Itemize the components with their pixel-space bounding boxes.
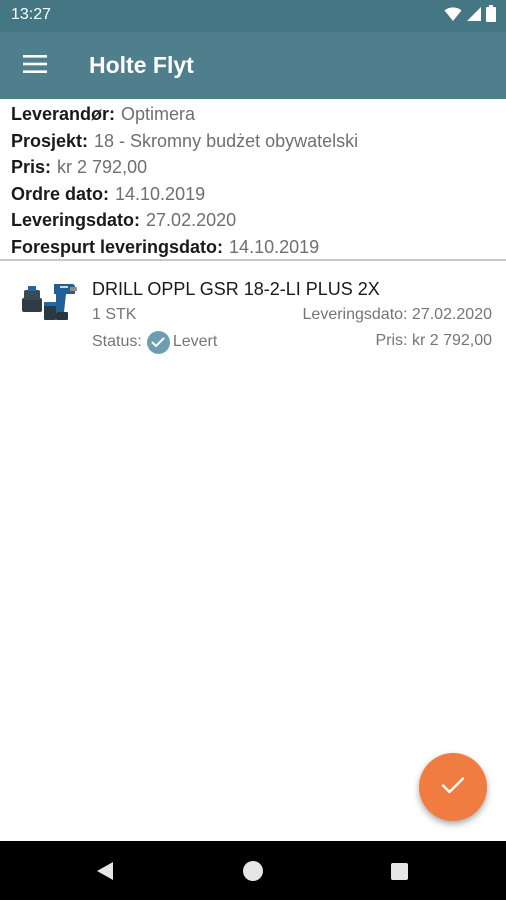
info-label: Ordre dato: xyxy=(11,183,110,204)
drill-product-image xyxy=(20,278,78,324)
line-price: Pris: kr 2 792,00 xyxy=(375,332,493,349)
battery-icon xyxy=(486,5,496,27)
info-label: Pris: xyxy=(11,157,52,177)
info-value: Optimera xyxy=(121,104,196,124)
menu-button[interactable] xyxy=(14,45,56,87)
confirm-fab-button[interactable] xyxy=(419,753,487,821)
order-info: Leverandør: Optimera Prosjekt: 18 - Skromn… xyxy=(11,101,501,260)
info-row-order-date: Ordre dato: 14.10.2019 xyxy=(11,181,501,208)
info-row-supplier: Leverandør: Optimera xyxy=(11,101,501,128)
status-time: 13:27 xyxy=(11,6,52,23)
back-icon[interactable] xyxy=(93,859,117,883)
app-title: Holte Flyt xyxy=(89,52,194,78)
signal-icon xyxy=(466,6,482,27)
info-value: 14.10.2019 xyxy=(115,183,206,204)
product-quantity: 1 STK xyxy=(92,306,137,323)
check-circle-icon xyxy=(146,330,170,354)
info-row-requested-delivery-date: Forespurt leveringsdato: 14.10.2019 xyxy=(11,234,501,261)
info-row-project: Prosjekt: 18 - Skromny budżet obywatelski xyxy=(11,128,501,155)
info-value: 27.02.2020 xyxy=(146,210,237,230)
info-row-price: Pris: kr 2 792,00 xyxy=(11,154,501,181)
app-bar: Holte Flyt xyxy=(0,32,506,99)
status-label: Status: xyxy=(92,333,142,350)
product-name: DRILL OPPL GSR 18-2-LI PLUS 2X xyxy=(92,279,380,299)
info-label: Forespurt leveringsdato: xyxy=(11,236,224,257)
info-value: 14.10.2019 xyxy=(229,236,320,257)
home-icon[interactable] xyxy=(243,861,263,881)
info-label: Leverandør: xyxy=(11,104,116,124)
info-value: 18 - Skromny budżet obywatelski xyxy=(94,130,359,151)
order-line-item[interactable]: DRILL OPPL GSR 18-2-LI PLUS 2X 1 STK Lev… xyxy=(0,262,506,358)
status-bar: 13:27 xyxy=(0,0,506,32)
info-row-delivery-date: Leveringsdato: 27.02.2020 xyxy=(11,207,501,234)
hamburger-menu-icon xyxy=(23,54,47,78)
info-label: Prosjekt: xyxy=(11,130,89,151)
line-status: Status: Levert xyxy=(92,330,217,354)
recents-icon[interactable] xyxy=(391,863,408,880)
wifi-icon xyxy=(444,6,462,27)
status-value: Levert xyxy=(172,333,218,350)
navigation-bar xyxy=(0,841,506,900)
checkmark-icon xyxy=(441,776,465,799)
status-icons xyxy=(444,5,496,27)
info-label: Leveringsdato: xyxy=(11,210,141,230)
line-delivery-date: Leveringsdato: 27.02.2020 xyxy=(302,306,492,323)
divider xyxy=(0,259,506,261)
info-value: kr 2 792,00 xyxy=(57,157,148,177)
